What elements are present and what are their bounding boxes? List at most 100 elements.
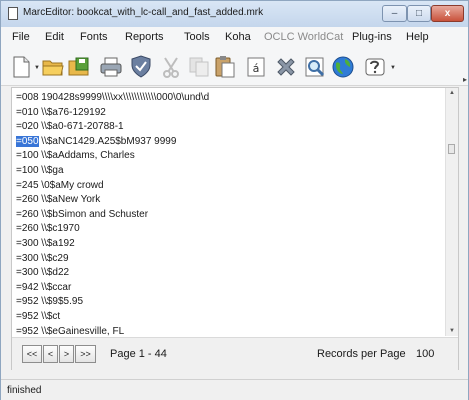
tools-dropdown-arrow-icon[interactable]: ▼	[390, 65, 396, 71]
record-line[interactable]: =952 \\$ct	[16, 310, 209, 325]
close-button[interactable]: x	[431, 5, 464, 22]
menu-file[interactable]: File	[12, 31, 30, 43]
menu-reports[interactable]: Reports	[125, 31, 164, 43]
field-tag[interactable]: =260	[16, 194, 39, 205]
field-content[interactable]: \\$a192	[39, 238, 74, 249]
field-tag[interactable]: =260	[16, 223, 39, 234]
toolbar-grip-icon[interactable]: ▸	[463, 75, 467, 84]
menu-tools[interactable]: Tools	[184, 31, 210, 43]
maximize-button[interactable]: □	[407, 5, 431, 22]
record-line[interactable]: =300 \\$d22	[16, 266, 209, 281]
field-content[interactable]: \\$c29	[39, 253, 68, 264]
records-per-page-value[interactable]: 100	[416, 348, 434, 360]
page-indicator: Page 1 - 44	[110, 348, 167, 360]
field-content[interactable]: \\$c1970	[39, 223, 79, 234]
menu-plug-ins[interactable]: Plug-ins	[352, 31, 392, 43]
window-title: MarcEditor: bookcat_with_lc-call_and_fas…	[23, 7, 264, 18]
record-line[interactable]: =260 \\$aNew York	[16, 193, 209, 208]
previous-page-button[interactable]: <	[43, 345, 58, 363]
field-tag[interactable]: =020	[16, 121, 39, 132]
pager: << < > >> Page 1 - 44 Records per Page 1…	[12, 337, 458, 370]
field-content[interactable]: \\$aNC1429.A25$bM937 9999	[39, 136, 176, 147]
menu-oclc-worldcat[interactable]: OCLC WorldCat	[264, 31, 343, 43]
menu-koha[interactable]: Koha	[225, 31, 251, 43]
find-icon[interactable]	[303, 55, 327, 79]
field-tag[interactable]: =008	[16, 92, 39, 103]
globe-icon[interactable]	[331, 55, 355, 79]
delete-icon[interactable]	[274, 55, 298, 79]
menu-fonts[interactable]: Fonts	[80, 31, 108, 43]
field-tag[interactable]: =300	[16, 253, 39, 264]
status-bar: finished	[1, 379, 468, 400]
record-line[interactable]: =100 \\$aAddams, Charles	[16, 149, 209, 164]
vertical-scrollbar[interactable]: ▲ ▼	[445, 88, 458, 336]
field-tag[interactable]: =952	[16, 296, 39, 307]
field-tag[interactable]: =300	[16, 238, 39, 249]
record-lines[interactable]: =008 190428s9999\\\\xx\\\\\\\\\\\\000\0\…	[16, 91, 209, 368]
record-line[interactable]: =008 190428s9999\\\\xx\\\\\\\\\\\\000\0\…	[16, 91, 209, 106]
field-content[interactable]: 190428s9999\\\\xx\\\\\\\\\\\\000\0\und\d	[39, 92, 209, 103]
copy-icon[interactable]	[187, 55, 211, 79]
field-content[interactable]: \\$ccar	[39, 282, 71, 293]
field-tag[interactable]: =952	[16, 326, 39, 337]
field-tag[interactable]: =952	[16, 311, 39, 322]
svg-text:á: á	[253, 62, 260, 75]
scroll-down-icon[interactable]: ▼	[449, 328, 455, 334]
minimize-button[interactable]: –	[382, 5, 407, 22]
record-line[interactable]: =300 \\$a192	[16, 237, 209, 252]
save-folder-icon[interactable]	[67, 55, 91, 79]
field-tag[interactable]: =300	[16, 267, 39, 278]
open-folder-icon[interactable]	[41, 55, 65, 79]
record-line[interactable]: =020 \\$a0-671-20788-1	[16, 120, 209, 135]
field-content[interactable]: \\$eGainesville, FL	[39, 326, 124, 337]
paste-icon[interactable]	[213, 55, 237, 79]
field-tag[interactable]: =260	[16, 209, 39, 220]
menu-edit[interactable]: Edit	[45, 31, 64, 43]
field-content[interactable]: \\$aNew York	[39, 194, 100, 205]
field-content[interactable]: \\$d22	[39, 267, 69, 278]
field-content[interactable]: \0$aMy crowd	[39, 180, 103, 191]
toolbar: ▼ á ▼ ▸	[1, 49, 468, 86]
record-line[interactable]: =245 \0$aMy crowd	[16, 179, 209, 194]
record-line[interactable]: =100 \\$ga	[16, 164, 209, 179]
record-line[interactable]: =050 \\$aNC1429.A25$bM937 9999	[16, 135, 209, 150]
record-line[interactable]: =942 \\$ccar	[16, 281, 209, 296]
field-tag[interactable]: =010	[16, 107, 39, 118]
menu-help[interactable]: Help	[406, 31, 429, 43]
validate-icon[interactable]	[129, 55, 153, 79]
print-icon[interactable]	[99, 55, 123, 79]
first-page-button[interactable]: <<	[22, 345, 42, 363]
record-editor[interactable]: =008 190428s9999\\\\xx\\\\\\\\\\\\000\0\…	[11, 87, 459, 370]
scroll-up-icon[interactable]: ▲	[449, 90, 455, 96]
next-page-button[interactable]: >	[59, 345, 74, 363]
last-page-button[interactable]: >>	[75, 345, 96, 363]
field-content[interactable]: \\$aAddams, Charles	[39, 150, 134, 161]
field-tag[interactable]: =942	[16, 282, 39, 293]
cut-icon[interactable]	[159, 55, 183, 79]
field-content[interactable]: \\$9$5.95	[39, 296, 83, 307]
field-content[interactable]: \\$a0-671-20788-1	[39, 121, 123, 132]
field-content[interactable]: \\$ga	[39, 165, 63, 176]
field-tag[interactable]: =100	[16, 150, 39, 161]
record-line[interactable]: =260 \\$c1970	[16, 222, 209, 237]
field-tag[interactable]: =100	[16, 165, 39, 176]
status-text: finished	[7, 385, 42, 396]
field-tag[interactable]: =245	[16, 180, 39, 191]
record-line[interactable]: =260 \\$bSimon and Schuster	[16, 208, 209, 223]
record-line[interactable]: =300 \\$c29	[16, 252, 209, 267]
record-line[interactable]: =010 \\$a76-129192	[16, 106, 209, 121]
records-per-page-label: Records per Page	[317, 348, 406, 360]
record-line[interactable]: =952 \\$9$5.95	[16, 295, 209, 310]
scroll-thumb[interactable]	[448, 144, 455, 154]
special-character-icon[interactable]: á	[244, 55, 268, 79]
menu-bar: File Edit Fonts Reports Tools Koha OCLC …	[1, 27, 468, 49]
field-content[interactable]: \\$a76-129192	[39, 107, 106, 118]
field-tag[interactable]: =050	[16, 135, 39, 147]
field-content[interactable]: \\$ct	[39, 311, 60, 322]
document-icon	[8, 7, 18, 20]
new-file-icon[interactable]	[9, 55, 33, 79]
tools-icon[interactable]	[363, 55, 387, 79]
new-dropdown-arrow-icon[interactable]: ▼	[34, 65, 40, 71]
title-bar[interactable]: MarcEditor: bookcat_with_lc-call_and_fas…	[1, 1, 468, 27]
field-content[interactable]: \\$bSimon and Schuster	[39, 209, 148, 220]
